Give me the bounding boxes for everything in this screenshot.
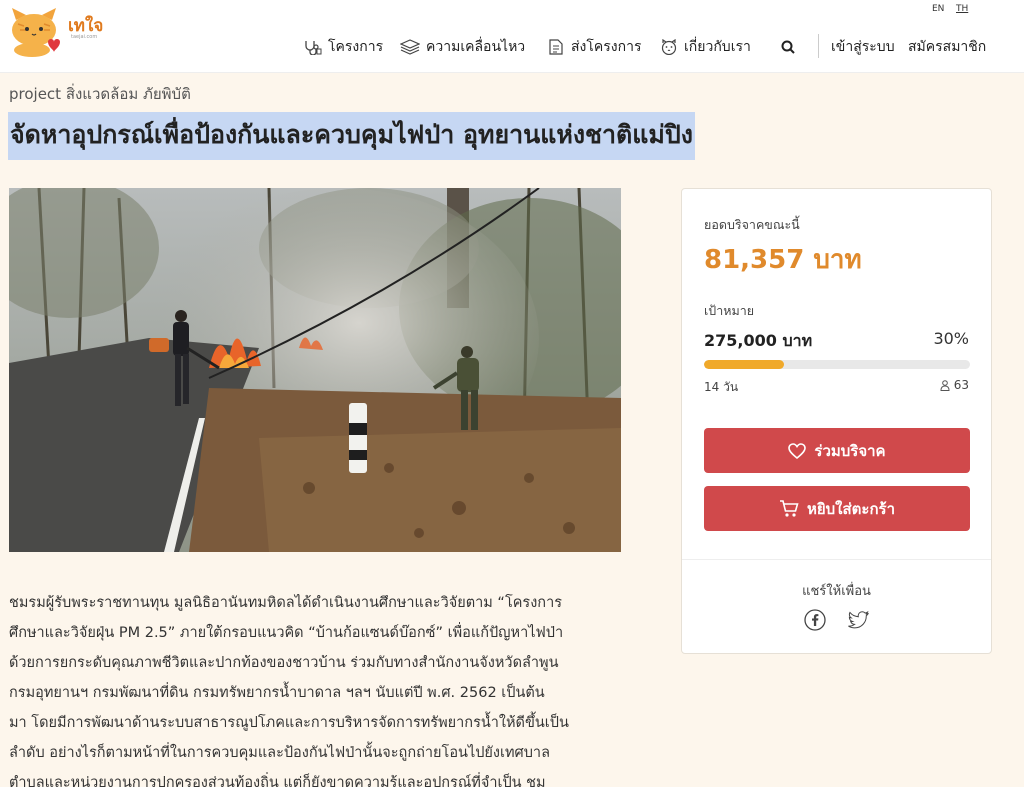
lang-th-link[interactable]: TH xyxy=(956,4,968,14)
backers-number: 63 xyxy=(953,378,969,392)
search-icon xyxy=(781,40,795,54)
breadcrumb[interactable]: project สิ่งแวดล้อม ภัยพิบัติ xyxy=(9,82,191,106)
project-description: ชมรมผู้รับพระราชทานทุน มูลนิธิอานันทมหิด… xyxy=(9,588,621,787)
facebook-icon[interactable] xyxy=(803,609,826,631)
donate-button[interactable]: ร่วมบริจาค xyxy=(704,428,970,473)
funding-progress-bar xyxy=(704,360,970,369)
nav-projects[interactable]: โครงการ xyxy=(304,37,383,57)
add-to-cart-button[interactable]: หยิบใส่ตะกร้า xyxy=(704,486,970,531)
funding-progress-fill xyxy=(704,360,784,369)
donation-card: ยอดบริจาคขณะนี้ 81,357 บาท เป้าหมาย 275,… xyxy=(681,188,992,654)
cart-icon xyxy=(779,499,799,517)
description-line: ด้วยการยกระดับคุณภาพชีวิตและปากท้องของชา… xyxy=(9,655,559,671)
days-left: 14 วัน xyxy=(704,380,739,394)
add-to-cart-label: หยิบใส่ตะกร้า xyxy=(806,499,896,518)
stethoscope-icon xyxy=(305,41,322,55)
nav-news[interactable]: ความเคลื่อนไหว xyxy=(400,37,525,57)
nav-news-label: ความเคลื่อนไหว xyxy=(426,39,526,55)
nav-about-label: เกี่ยวกับเรา xyxy=(684,39,751,55)
nav-submit-label: ส่งโครงการ xyxy=(571,39,642,55)
backers-count: 63 xyxy=(940,378,969,392)
taejai-logo[interactable]: เทใจ taejai.com xyxy=(8,6,103,58)
cat-face-icon xyxy=(661,39,677,55)
raised-amount: 81,357 บาท xyxy=(704,245,862,275)
lang-en-link[interactable]: EN xyxy=(932,4,944,14)
nav-signup[interactable]: สมัครสมาชิก xyxy=(908,37,986,57)
description-line: ชมรมผู้รับพระราชทานทุน มูลนิธิอานันทมหิด… xyxy=(9,595,563,611)
person-icon xyxy=(940,379,950,391)
card-divider xyxy=(682,559,991,560)
goal-percent: 30% xyxy=(933,329,969,348)
books-icon xyxy=(400,39,420,55)
logo-domain: taejai.com xyxy=(71,34,98,40)
share-icons xyxy=(682,609,991,631)
description-line: มา โดยมีการพัฒนาด้านระบบสาธารณูปโภคและกา… xyxy=(9,715,569,731)
description-line: ศึกษาและวิจัยฝุ่น PM 2.5” ภายใต้กรอบแนวค… xyxy=(9,625,564,641)
site-header: เทใจ taejai.com EN TH โครงการ ความเคลื่อ… xyxy=(0,0,1024,73)
nav-projects-label: โครงการ xyxy=(328,39,384,55)
page-title: จัดหาอุปกรณ์เพื่อป้องกันและควบคุมไฟป่า อ… xyxy=(8,112,695,160)
nav-submit-project[interactable]: ส่งโครงการ xyxy=(547,37,641,57)
description-line: กรมอุทยานฯ กรมพัฒนาที่ดิน กรมทรัพยากรน้ำ… xyxy=(9,685,545,701)
raised-label: ยอดบริจาคขณะนี้ xyxy=(704,217,800,232)
project-photo xyxy=(9,188,621,552)
goal-label: เป้าหมาย xyxy=(704,303,755,318)
document-icon xyxy=(549,39,563,55)
goal-amount: 275,000 บาท xyxy=(704,331,813,350)
cat-mascot-icon xyxy=(12,8,60,57)
donate-button-label: ร่วมบริจาค xyxy=(814,441,886,460)
description-line: ลำดับ อย่างไรก็ตามหน้าที่ในการควบคุมและป… xyxy=(9,745,550,761)
heart-icon xyxy=(788,442,807,459)
twitter-icon[interactable] xyxy=(847,609,870,631)
nav-search-button[interactable] xyxy=(781,37,795,57)
nav-about[interactable]: เกี่ยวกับเรา xyxy=(660,37,751,57)
nav-login[interactable]: เข้าสู่ระบบ xyxy=(831,37,895,57)
nav-divider xyxy=(818,34,819,58)
share-label: แชร์ให้เพื่อน xyxy=(802,584,871,599)
description-line: ตำบลและหน่วยงานการปกครองส่วนท้องถิ่น แต่… xyxy=(9,775,546,787)
